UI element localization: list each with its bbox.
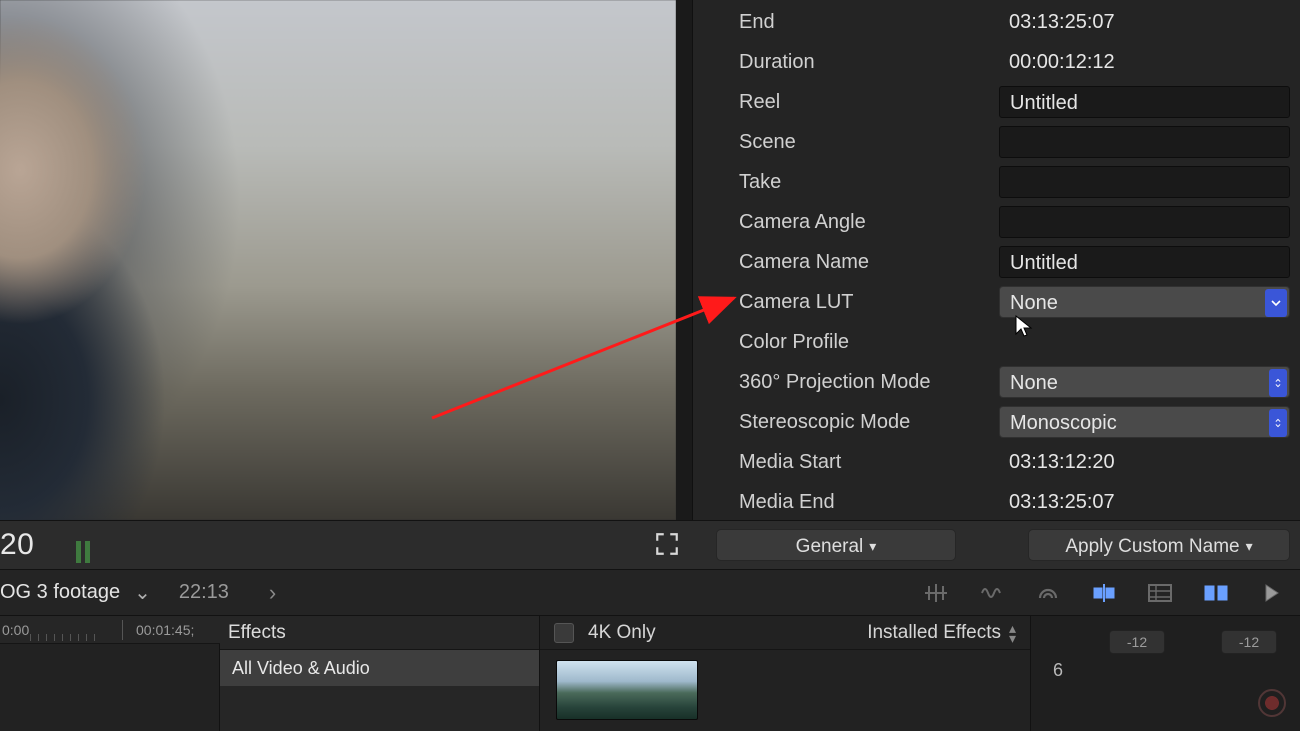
chevron-updown-icon [1269, 409, 1287, 437]
effects-title: Effects [220, 616, 539, 650]
record-voiceover-icon[interactable] [1258, 689, 1286, 717]
value-media-start: 03:13:12:20 [999, 446, 1290, 478]
viewer-border [676, 0, 692, 520]
row-scene: Scene [693, 122, 1300, 162]
label-stereoscopic-mode: Stereoscopic Mode [739, 411, 999, 434]
row-camera-name: Camera Name Untitled [693, 242, 1300, 282]
viewer-timecode: 20 [0, 528, 38, 562]
apply-custom-name-button[interactable]: Apply Custom Name ▾ [1028, 529, 1290, 561]
label-camera-name: Camera Name [739, 251, 999, 274]
dropdown-stereoscopic-mode[interactable]: Monoscopic [999, 406, 1290, 438]
dropdown-camera-lut[interactable]: None [999, 286, 1290, 318]
viewer-panel[interactable] [0, 0, 692, 520]
row-camera-angle: Camera Angle [693, 202, 1300, 242]
apply-custom-name-label: Apply Custom Name [1065, 536, 1239, 557]
row-color-profile: Color Profile [693, 322, 1300, 362]
audio-skimming-icon[interactable] [978, 581, 1006, 605]
audio-meters-small [76, 527, 106, 563]
preview-subject [0, 0, 240, 520]
dropdown-projection-value: None [1010, 372, 1058, 394]
checkbox-4k-only[interactable] [554, 623, 574, 643]
label-projection-mode: 360° Projection Mode [739, 371, 999, 394]
row-end: End 03:13:25:07 [693, 2, 1300, 42]
label-media-start: Media Start [739, 451, 999, 474]
row-duration: Duration 00:00:12:12 [693, 42, 1300, 82]
label-end: End [739, 11, 999, 34]
meter-scale-mark: 6 [1053, 660, 1063, 681]
value-duration: 00:00:12:12 [999, 46, 1290, 78]
effects-sidebar: Effects All Video & Audio [220, 616, 540, 731]
timeline-ruler-area[interactable]: 0:00 00:01:45; [0, 616, 220, 731]
ruler-divider [122, 620, 123, 640]
row-projection-mode: 360° Projection Mode None [693, 362, 1300, 402]
dropdown-stereoscopic-value: Monoscopic [1010, 412, 1117, 434]
input-take[interactable] [999, 166, 1290, 198]
chevron-right-icon[interactable]: › [269, 580, 276, 606]
label-reel: Reel [739, 91, 999, 114]
chevron-down-icon: ▾ [1246, 538, 1253, 554]
sort-updown-icon[interactable]: ▴▾ [1009, 623, 1016, 643]
effects-scope-dropdown[interactable]: Installed Effects [867, 622, 1001, 644]
chevron-down-icon [1265, 289, 1287, 317]
chevron-down-icon[interactable]: ⌄ [134, 580, 151, 605]
effects-browser: 4K Only Installed Effects ▴▾ [540, 616, 1030, 731]
label-camera-lut: Camera LUT [739, 291, 999, 314]
chevron-updown-icon [1269, 369, 1287, 397]
input-camera-angle[interactable] [999, 206, 1290, 238]
fullscreen-icon[interactable] [654, 531, 680, 562]
row-reel: Reel Untitled [693, 82, 1300, 122]
solo-icon[interactable] [1034, 581, 1062, 605]
inspector-tab-general-label: General [796, 536, 864, 557]
label-color-profile: Color Profile [739, 331, 999, 354]
value-end: 03:13:25:07 [999, 6, 1290, 38]
input-camera-name[interactable]: Untitled [999, 246, 1290, 278]
bottom-panels: 0:00 00:01:45; Effects All Video & Audio… [0, 616, 1300, 731]
index-icon[interactable] [1146, 581, 1174, 605]
label-4k-only: 4K Only [588, 622, 867, 644]
label-media-end: Media End [739, 491, 999, 514]
inspector-panel: End 03:13:25:07 Duration 00:00:12:12 Ree… [692, 0, 1300, 520]
timeline-ruler[interactable]: 0:00 00:01:45; [0, 616, 220, 644]
ruler-mark-1: 00:01:45; [136, 622, 194, 638]
viewer-control-strip: 20 General ▾ Apply Custom Name ▾ [0, 520, 1300, 570]
label-duration: Duration [739, 51, 999, 74]
row-media-end: Media End 03:13:25:07 [693, 482, 1300, 522]
value-media-end: 03:13:25:07 [999, 486, 1290, 518]
snapping-icon[interactable] [1090, 581, 1118, 605]
effects-category-all[interactable]: All Video & Audio [220, 650, 539, 686]
input-scene[interactable] [999, 126, 1290, 158]
label-take: Take [739, 171, 999, 194]
skimming-icon[interactable] [922, 581, 950, 605]
effect-thumbnail[interactable] [556, 660, 698, 720]
effects-scope-label: Installed Effects [867, 622, 1001, 643]
chevron-down-icon: ▾ [869, 538, 876, 554]
row-stereoscopic-mode: Stereoscopic Mode Monoscopic [693, 402, 1300, 442]
effects-filter-bar: 4K Only Installed Effects ▴▾ [540, 616, 1030, 650]
clip-appearance-icon[interactable] [1202, 581, 1230, 605]
project-name[interactable]: OG 3 footage [0, 581, 120, 604]
label-camera-angle: Camera Angle [739, 211, 999, 234]
value-color-profile [999, 326, 1290, 358]
row-camera-lut: Camera LUT None [693, 282, 1300, 322]
project-duration: 22:13 [179, 581, 229, 604]
input-reel[interactable]: Untitled [999, 86, 1290, 118]
audio-meters-panel: -12 -12 6 [1030, 616, 1300, 731]
timeline-toolbar: OG 3 footage ⌄ 22:13 › [0, 570, 1300, 616]
row-media-start: Media Start 03:13:12:20 [693, 442, 1300, 482]
inspector-tab-general[interactable]: General ▾ [716, 529, 956, 561]
dropdown-projection-mode[interactable]: None [999, 366, 1290, 398]
db-readout-left: -12 [1109, 630, 1165, 654]
dropdown-camera-lut-value: None [1010, 292, 1058, 314]
ruler-mark-0: 0:00 [2, 622, 29, 638]
db-readout-right: -12 [1221, 630, 1277, 654]
play-icon[interactable] [1258, 581, 1286, 605]
label-scene: Scene [739, 131, 999, 154]
row-take: Take [693, 162, 1300, 202]
